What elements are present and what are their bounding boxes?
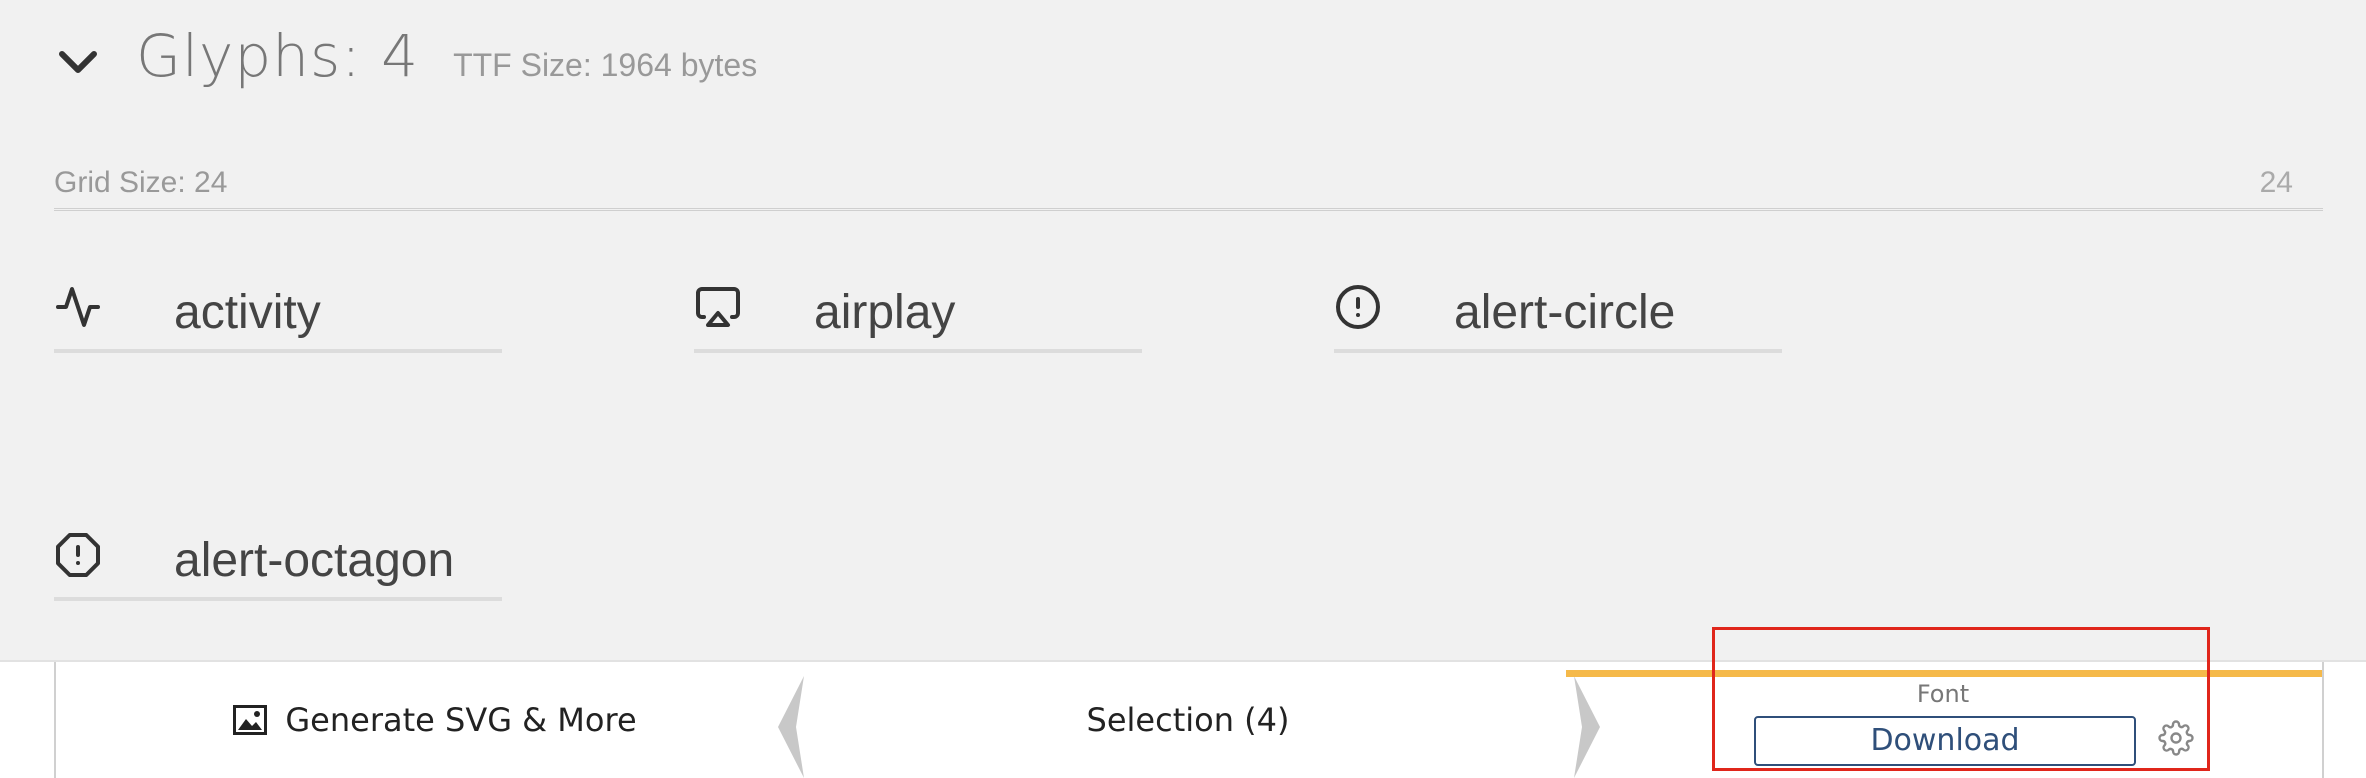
glyph-name-input[interactable]: activity <box>174 285 321 340</box>
glyph-item-alert-octagon[interactable]: alert-octagon <box>54 523 502 601</box>
glyph-item-activity[interactable]: activity <box>54 275 502 353</box>
activity-icon <box>56 287 100 327</box>
generate-svg-button[interactable]: Generate SVG & More <box>54 662 814 778</box>
airplay-icon <box>696 287 740 327</box>
glyphs-header: Glyphs: 4 TTF Size: 1964 bytes <box>54 22 757 102</box>
glyph-name-input[interactable]: airplay <box>814 285 955 340</box>
chevron-down-icon[interactable] <box>54 38 102 86</box>
glyph-item-alert-circle[interactable]: alert-circle <box>1334 275 1782 353</box>
selection-label: Selection (4) <box>1086 701 1290 739</box>
grid-size-slider[interactable]: Grid Size: 24 24 <box>54 160 2323 211</box>
alert-octagon-icon <box>56 533 100 577</box>
generate-svg-label: Generate SVG & More <box>285 701 637 739</box>
download-button[interactable]: Download <box>1754 716 2136 766</box>
glyph-item-airplay[interactable]: airplay <box>694 275 1142 353</box>
glyph-name-input[interactable]: alert-octagon <box>174 533 454 588</box>
font-caption: Font <box>1916 680 1970 708</box>
chevron-left-divider-icon <box>778 676 804 778</box>
glyph-name-input[interactable]: alert-circle <box>1454 285 1675 340</box>
glyphs-count-title: Glyphs: 4 <box>136 22 420 90</box>
ttf-size-label: TTF Size: 1964 bytes <box>453 47 758 83</box>
selection-tab[interactable]: Selection (4) <box>812 662 1564 778</box>
grid-size-label: Grid Size: 24 <box>54 166 228 199</box>
image-icon <box>233 705 268 735</box>
gear-icon[interactable] <box>2158 720 2194 756</box>
alert-circle-icon <box>1336 285 1380 329</box>
font-tab-accent-bar <box>1566 670 2322 677</box>
grid-size-value: 24 <box>2259 166 2293 199</box>
bottom-toolbar: Generate SVG & More Selection (4) Font D… <box>0 660 2366 778</box>
